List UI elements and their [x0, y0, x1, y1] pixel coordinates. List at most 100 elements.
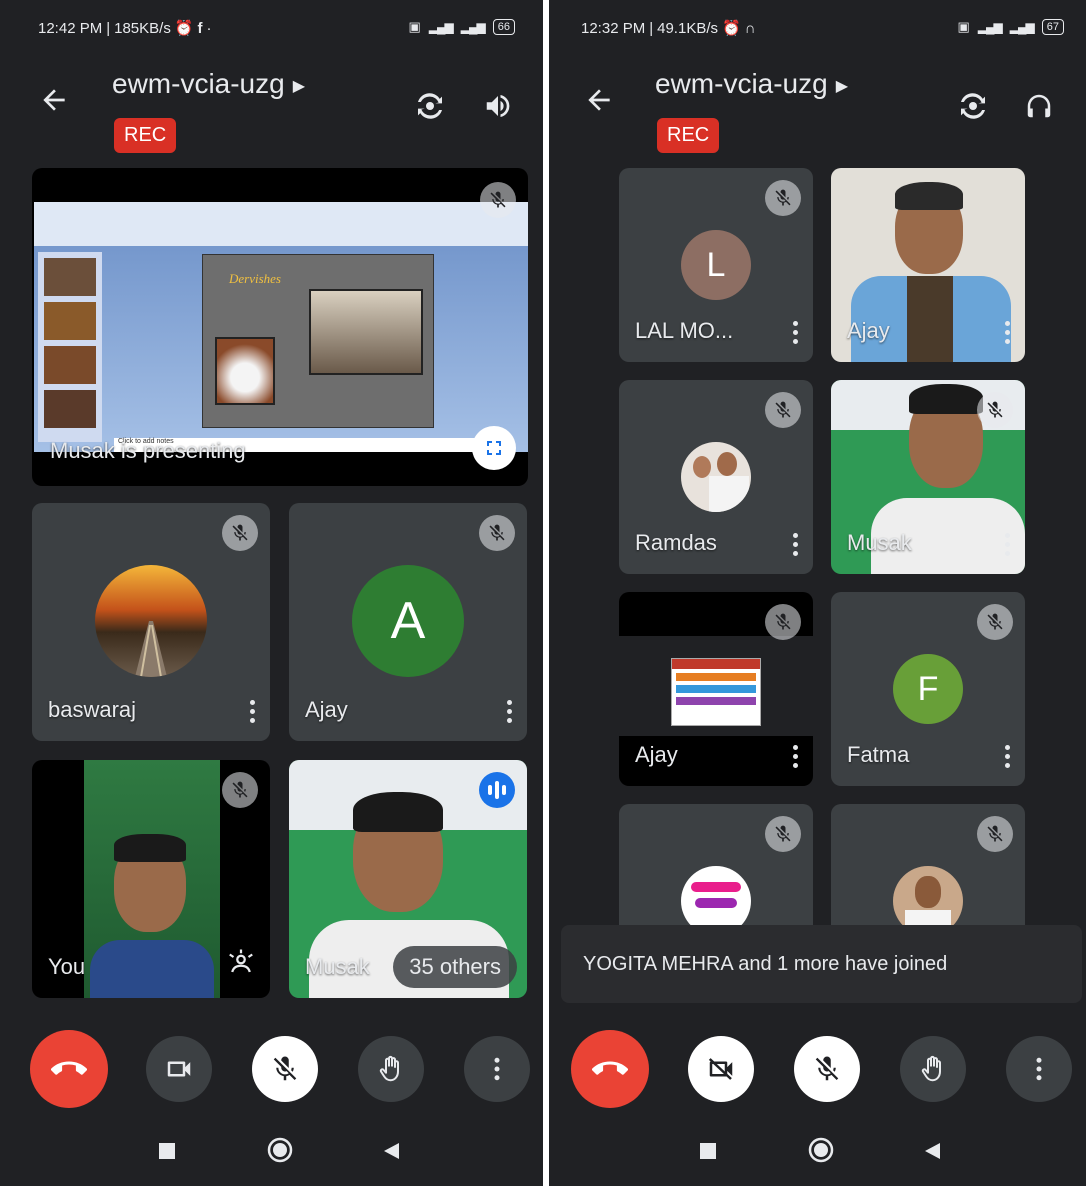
more-vert-icon: [494, 1057, 500, 1081]
more-options-button[interactable]: [1006, 1036, 1072, 1102]
meeting-title[interactable]: ewm-vcia-uzg ▶: [112, 68, 305, 100]
end-call-icon: [592, 1061, 628, 1075]
camera-button[interactable]: [688, 1036, 754, 1102]
mic-off-icon: [273, 1056, 297, 1081]
more-vert-icon[interactable]: [1003, 321, 1011, 344]
participant-tile[interactable]: [619, 804, 813, 926]
mic-off-icon: [479, 515, 515, 551]
raise-hand-icon: [921, 1055, 941, 1082]
raise-hand-button[interactable]: [358, 1036, 424, 1102]
ppt-ribbon: [34, 202, 528, 246]
participant-tile[interactable]: Ajay: [619, 592, 813, 786]
back-arrow-icon[interactable]: [583, 84, 623, 124]
participant-tile[interactable]: F Fatma: [831, 592, 1025, 786]
participant-tile[interactable]: [831, 804, 1025, 926]
more-vert-icon[interactable]: [791, 745, 799, 768]
participant-name: Ajay: [305, 697, 348, 722]
facebook-icon: f: [197, 19, 203, 37]
participant-tile[interactable]: A Ajay: [289, 503, 527, 741]
more-vert-icon[interactable]: [791, 533, 799, 556]
more-vert-icon[interactable]: [248, 700, 256, 723]
status-speed: 185KB/s: [114, 19, 171, 37]
self-video-tile[interactable]: You: [32, 760, 270, 998]
status-bar: 12:42 PM | 185KB/s ⏰ f · ▣ ▂▄▆ ▂▄▆ 66: [0, 0, 543, 58]
camera-off-icon: [708, 1058, 733, 1080]
end-call-button[interactable]: [30, 1030, 108, 1108]
avatar: [95, 565, 207, 677]
participant-tile[interactable]: Musak 35 others: [289, 760, 527, 998]
participant-tile[interactable]: Ramdas: [619, 380, 813, 574]
participant-tile[interactable]: baswaraj: [32, 503, 270, 741]
background-effects-icon[interactable]: [226, 947, 256, 982]
end-call-button[interactable]: [571, 1030, 649, 1108]
mic-off-icon: [977, 392, 1013, 428]
participant-name: Musak: [847, 530, 912, 555]
more-vert-icon[interactable]: [1003, 745, 1011, 768]
participant-tile[interactable]: Musak: [831, 380, 1025, 574]
more-vert-icon: [1036, 1057, 1042, 1081]
mic-off-icon: [765, 816, 801, 852]
nav-recents-icon[interactable]: [158, 1142, 176, 1165]
camera-button[interactable]: [146, 1036, 212, 1102]
slide-title: Dervishes: [229, 271, 281, 286]
nav-back-icon[interactable]: [923, 1142, 941, 1165]
meeting-title[interactable]: ewm-vcia-uzg ▶: [655, 68, 848, 100]
nav-back-icon[interactable]: [382, 1142, 400, 1165]
avatar: [893, 866, 963, 926]
more-vert-icon[interactable]: [505, 700, 513, 723]
avatar: L: [681, 230, 751, 300]
mic-off-icon: [765, 180, 801, 216]
headphones-icon[interactable]: [1019, 86, 1059, 126]
slide-photo-dancer: [215, 337, 275, 405]
avatar: F: [893, 654, 963, 724]
slide-photo-hall: [309, 289, 423, 375]
avatar: [681, 866, 751, 926]
participant-name: You: [48, 954, 86, 979]
switch-camera-icon[interactable]: [953, 86, 993, 126]
status-bar: 12:32 PM | 49.1KB/s ⏰ ∩ ▣ ▂▄▆ ▂▄▆ 67: [549, 0, 1086, 58]
participant-name: Ramdas: [635, 530, 717, 555]
volte-icon: ▣: [408, 19, 421, 34]
headphones-status-icon: ∩: [744, 19, 756, 37]
participant-name: baswaraj: [48, 697, 137, 722]
raise-hand-icon: [379, 1055, 399, 1082]
caret-right-icon: ▶: [292, 77, 306, 95]
presentation-tile[interactable]: Dervishes Click to add notes Musak is pr…: [32, 168, 528, 486]
join-notification-text: YOGITA MEHRA and 1 more have joined: [583, 953, 948, 975]
participant-tile[interactable]: Ajay: [831, 168, 1025, 362]
mic-off-icon: [765, 392, 801, 428]
system-nav-bar: [0, 1120, 543, 1186]
raise-hand-button[interactable]: [900, 1036, 966, 1102]
signal-icon-2: ▂▄▆: [460, 20, 486, 34]
participant-name: Fatma: [847, 742, 910, 767]
switch-camera-icon[interactable]: [410, 86, 450, 126]
mic-off-icon: [977, 604, 1013, 640]
phone-screen-right: 12:32 PM | 49.1KB/s ⏰ ∩ ▣ ▂▄▆ ▂▄▆ 67 ewm…: [549, 0, 1086, 1186]
system-nav-bar: [549, 1120, 1086, 1186]
mic-button[interactable]: [252, 1036, 318, 1102]
meeting-header: ewm-vcia-uzg ▶ REC: [0, 58, 543, 168]
nav-recents-icon[interactable]: [699, 1142, 717, 1165]
self-video: [84, 760, 220, 998]
end-call-icon: [51, 1061, 87, 1075]
call-controls: [0, 1020, 543, 1110]
speaker-icon[interactable]: [478, 86, 518, 126]
participant-tile[interactable]: L LAL MO...: [619, 168, 813, 362]
volte-icon: ▣: [957, 19, 970, 34]
signal-icon: ▂▄▆: [977, 20, 1003, 34]
meeting-code: ewm-vcia-uzg: [655, 68, 828, 99]
more-vert-icon[interactable]: [1003, 533, 1011, 556]
fullscreen-icon[interactable]: [472, 426, 516, 470]
more-vert-icon[interactable]: [791, 321, 799, 344]
nav-home-icon[interactable]: [807, 1136, 835, 1169]
phone-screen-left: 12:42 PM | 185KB/s ⏰ f · ▣ ▂▄▆ ▂▄▆ 66 ew…: [0, 0, 543, 1186]
signal-icon: ▂▄▆: [428, 20, 454, 34]
mic-button[interactable]: [794, 1036, 860, 1102]
back-arrow-icon[interactable]: [38, 84, 78, 124]
participant-screen: [619, 636, 813, 736]
status-speed: 49.1KB/s: [657, 19, 718, 37]
nav-home-icon[interactable]: [266, 1136, 294, 1169]
others-chip[interactable]: 35 others: [393, 946, 517, 988]
status-time: 12:32 PM: [581, 19, 646, 37]
more-options-button[interactable]: [464, 1036, 530, 1102]
